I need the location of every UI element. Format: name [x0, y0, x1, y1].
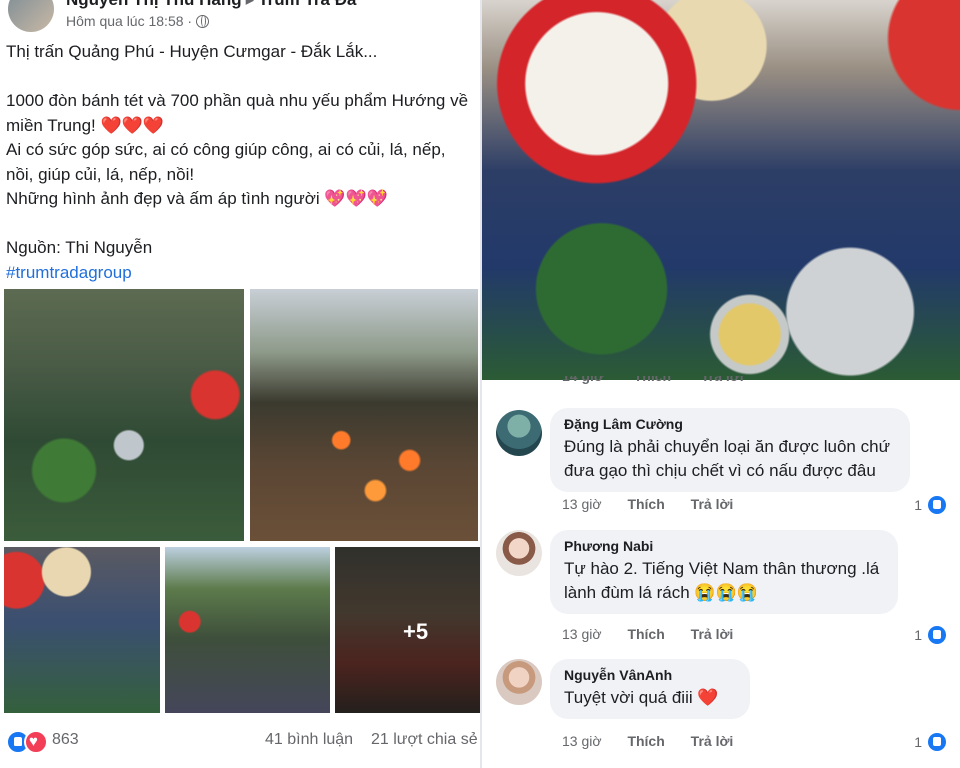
post-hashtag[interactable]: #trumtradagroup — [6, 261, 476, 286]
like-link[interactable]: Thích — [627, 496, 664, 512]
post-line-images: Những hình ảnh đẹp và ấm áp tình người 💖… — [6, 189, 388, 208]
reply-link[interactable]: Trả lời — [691, 626, 734, 642]
commenter-avatar[interactable] — [496, 530, 542, 576]
like-thumb-icon — [928, 733, 946, 751]
post-line-contribute: Ai có sức góp sức, ai có công giúp công,… — [6, 140, 446, 184]
previous-comment-time: 14 giờ — [562, 376, 604, 384]
like-link[interactable]: Thích — [627, 626, 664, 642]
post-photo-1[interactable] — [4, 289, 244, 541]
reply-link[interactable]: Trả lời — [691, 496, 734, 512]
post-header: Nguyễn Thị Thu Hằng ▸Trùm Trà Đá Hôm qua … — [0, 0, 480, 36]
comment-actions: 13 giờ Thích Trả lời — [562, 496, 755, 512]
like-link[interactable]: Thích — [627, 733, 664, 749]
comments-panel: 14 giờ Thích Trả lời Đặng Lâm Cường Đúng… — [482, 0, 960, 768]
more-photos-count[interactable]: +5 — [403, 619, 428, 645]
group-arrow-icon: ▸ — [246, 0, 255, 9]
comment-bubble: Phương Nabi Tự hào 2. Tiếng Việt Nam thâ… — [550, 530, 898, 614]
facebook-post: Nguyễn Thị Thu Hằng ▸Trùm Trà Đá Hôm qua … — [0, 0, 480, 768]
commenter-name[interactable]: Phương Nabi — [564, 538, 884, 554]
post-author[interactable]: Nguyễn Thị Thu Hằng ▸Trùm Trà Đá — [66, 0, 356, 10]
commenter-avatar[interactable] — [496, 659, 542, 705]
commenter-name[interactable]: Đặng Lâm Cường — [564, 416, 896, 432]
previous-comment-actions: 14 giờ Thích Trả lời — [562, 376, 770, 384]
comment-actions: 13 giờ Thích Trả lời — [562, 626, 755, 642]
group-name[interactable]: Trùm Trà Đá — [258, 0, 356, 9]
post-line-1000: 1000 đòn bánh tét và 700 phần quà nhu yế… — [6, 91, 469, 135]
post-photo-2[interactable] — [250, 289, 478, 541]
reply-link[interactable]: Trả lời — [691, 733, 734, 749]
post-time[interactable]: Hôm qua lúc 18:58 — [66, 13, 184, 29]
author-avatar[interactable] — [8, 0, 54, 32]
post-meta: Hôm qua lúc 18:58 · — [66, 13, 210, 29]
post-photo-4[interactable] — [165, 547, 330, 713]
previous-like-link[interactable]: Thích — [634, 376, 671, 384]
comment-text: Tuyệt vời quá điii ❤️ — [564, 688, 719, 707]
post-photo-3[interactable] — [4, 547, 160, 713]
comment-bubble: Đặng Lâm Cường Đúng là phải chuyển loại … — [550, 408, 910, 492]
reactions-bar: 863 41 bình luận 21 lượt chia sẻ — [6, 728, 478, 754]
previous-reply-link[interactable]: Trả lời — [701, 376, 744, 384]
comment-bubble: Nguyễn VânAnh Tuyệt vời quá điii ❤️ — [550, 659, 750, 719]
author-name[interactable]: Nguyễn Thị Thu Hằng — [66, 0, 242, 9]
comment-reaction-count: 1 — [914, 734, 922, 750]
comment-reactions[interactable]: 1 — [914, 626, 946, 644]
meta-separator: · — [187, 13, 193, 29]
comment-time[interactable]: 13 giờ — [562, 496, 602, 512]
commenter-avatar[interactable] — [496, 410, 542, 456]
comment-time[interactable]: 13 giờ — [562, 733, 602, 749]
comments-count[interactable]: 41 bình luận — [265, 731, 353, 749]
comment-reactions[interactable]: 1 — [914, 733, 946, 751]
shares-count[interactable]: 21 lượt chia sẻ — [371, 731, 478, 749]
comment-reaction-count: 1 — [914, 497, 922, 513]
globe-icon[interactable] — [196, 15, 210, 28]
comment-reactions[interactable]: 1 — [914, 496, 946, 514]
love-reaction-icon[interactable] — [24, 730, 48, 754]
reaction-count[interactable]: 863 — [52, 731, 79, 749]
like-thumb-icon — [928, 626, 946, 644]
comment-reaction-count: 1 — [914, 627, 922, 643]
post-line-location: Thị trấn Quảng Phú - Huyện Cưmgar - Đắk … — [6, 42, 378, 61]
post-source: Nguồn: Thi Nguyễn — [6, 238, 153, 257]
comment-time[interactable]: 13 giờ — [562, 626, 602, 642]
post-photo-5[interactable]: +5 — [335, 547, 480, 713]
comment-text: Đúng là phải chuyển loại ăn được luôn ch… — [564, 437, 890, 480]
comment-photo[interactable] — [482, 0, 960, 380]
like-thumb-icon — [928, 496, 946, 514]
post-text: Thị trấn Quảng Phú - Huyện Cưmgar - Đắk … — [6, 40, 476, 285]
comment-text: Tự hào 2. Tiếng Việt Nam thân thương .lá… — [564, 559, 880, 602]
commenter-name[interactable]: Nguyễn VânAnh — [564, 667, 736, 683]
comment-actions: 13 giờ Thích Trả lời — [562, 733, 755, 749]
